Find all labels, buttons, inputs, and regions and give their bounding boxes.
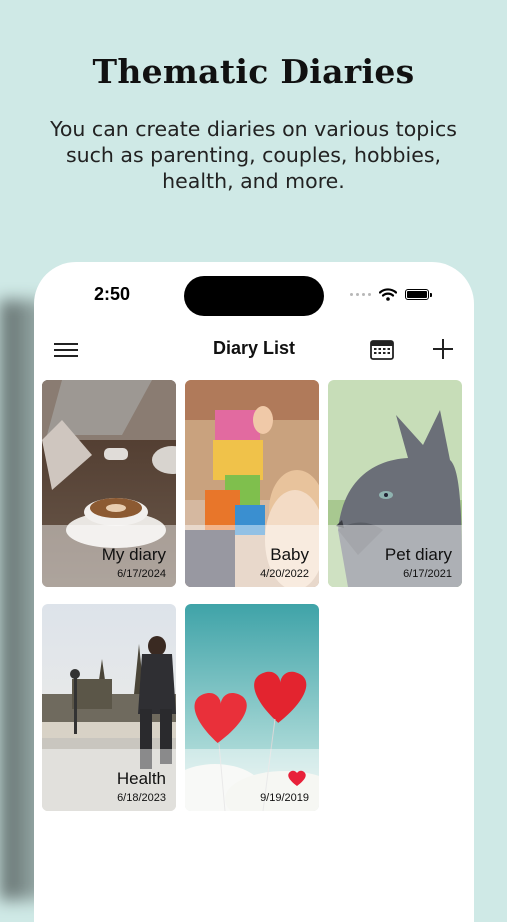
diary-date: 9/19/2019 (260, 792, 309, 804)
diary-title: My diary (101, 545, 166, 564)
diary-title: Health (116, 769, 166, 788)
diary-title: Pet diary (384, 545, 452, 564)
status-icons (350, 288, 432, 301)
calendar-icon[interactable] (370, 338, 394, 360)
diary-card-pet-diary[interactable]: Pet diary 6/17/2021 (328, 380, 462, 587)
diary-date: 6/17/2021 (403, 568, 452, 580)
page-title: Diary List (212, 338, 296, 358)
phone-screen: 2:50 Diary List My diary 6/17/2024 Baby … (34, 262, 474, 922)
heart-icon (288, 770, 306, 786)
diary-card-health[interactable]: Health 6/18/2023 (42, 604, 176, 811)
wifi-icon (379, 288, 397, 301)
diary-date: 4/20/2022 (260, 568, 309, 580)
promo-title: Thematic Diaries (92, 52, 415, 91)
navbar: Diary List (34, 332, 474, 364)
promo-subtitle: You can create diaries on various topics… (50, 117, 457, 193)
diary-date: 6/18/2023 (117, 792, 166, 804)
plus-icon[interactable] (432, 338, 454, 360)
signal-icon (350, 293, 371, 296)
diary-card-baby[interactable]: Baby 4/20/2022 (185, 380, 319, 587)
diary-date: 6/17/2024 (117, 568, 166, 580)
battery-icon (405, 289, 432, 300)
dynamic-island (184, 276, 324, 316)
diary-card-balloons[interactable]: 9/19/2019 (185, 604, 319, 811)
diary-title: Baby (270, 545, 309, 564)
diary-card-my-diary[interactable]: My diary 6/17/2024 (42, 380, 176, 587)
status-time: 2:50 (94, 284, 131, 304)
